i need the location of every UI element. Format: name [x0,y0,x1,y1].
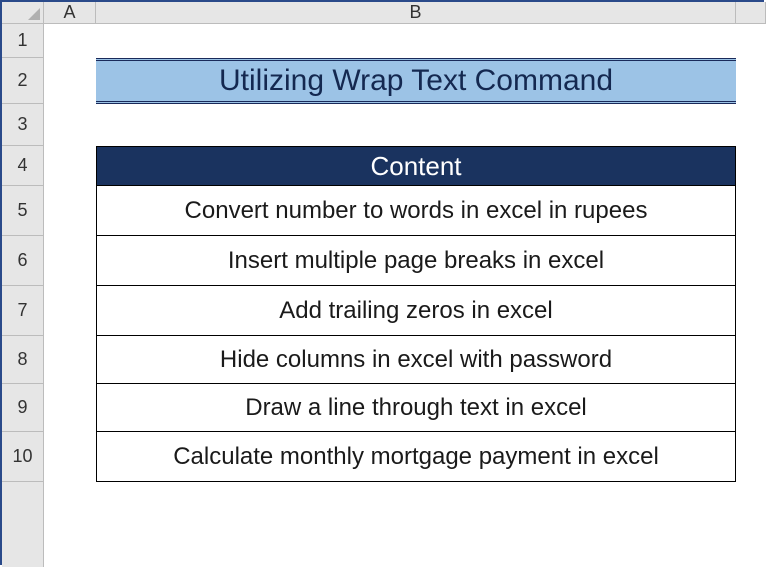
row-header-2[interactable]: 2 [2,58,44,104]
row-header-8[interactable]: 8 [2,336,44,384]
title-cell[interactable]: Utilizing Wrap Text Command [96,58,736,104]
cell-text: Draw a line through text in excel [245,394,587,422]
col-header-A[interactable]: A [44,2,96,24]
row-header-7[interactable]: 7 [2,286,44,336]
table-row[interactable]: Calculate monthly mortgage payment in ex… [96,432,736,482]
spreadsheet-grid: A B 1 Utilizing Wrap Text Command Conten… [2,2,762,563]
table-header[interactable]: Content [96,146,736,186]
table-row[interactable]: Add trailing zeros in excel [96,286,736,336]
select-all-triangle[interactable] [2,2,44,24]
row-header-5[interactable]: 5 [2,186,44,236]
sheet-body[interactable]: Utilizing Wrap Text Command Content Conv… [44,24,766,567]
cell-text: Add trailing zeros in excel [279,297,552,325]
row-header-1[interactable]: 1 [2,24,44,58]
table-header-label: Content [370,151,461,182]
row-header-6[interactable]: 6 [2,236,44,286]
col-header-blank[interactable] [736,2,766,24]
row-header-blank[interactable] [2,482,44,567]
table-row[interactable]: Convert number to words in excel in rupe… [96,186,736,236]
row-header-4[interactable]: 4 [2,146,44,186]
row-header-3[interactable]: 3 [2,104,44,146]
table-row[interactable]: Hide columns in excel with password [96,336,736,384]
table-row[interactable]: Draw a line through text in excel [96,384,736,432]
title-text: Utilizing Wrap Text Command [219,64,613,98]
cell-text: Hide columns in excel with password [220,346,612,374]
cell-text: Convert number to words in excel in rupe… [185,197,648,225]
row-header-10[interactable]: 10 [2,432,44,482]
cell-text: Insert multiple page breaks in excel [228,247,604,275]
table-row[interactable]: Insert multiple page breaks in excel [96,236,736,286]
col-header-B[interactable]: B [96,2,736,24]
cell-text: Calculate monthly mortgage payment in ex… [173,443,659,471]
row-header-9[interactable]: 9 [2,384,44,432]
